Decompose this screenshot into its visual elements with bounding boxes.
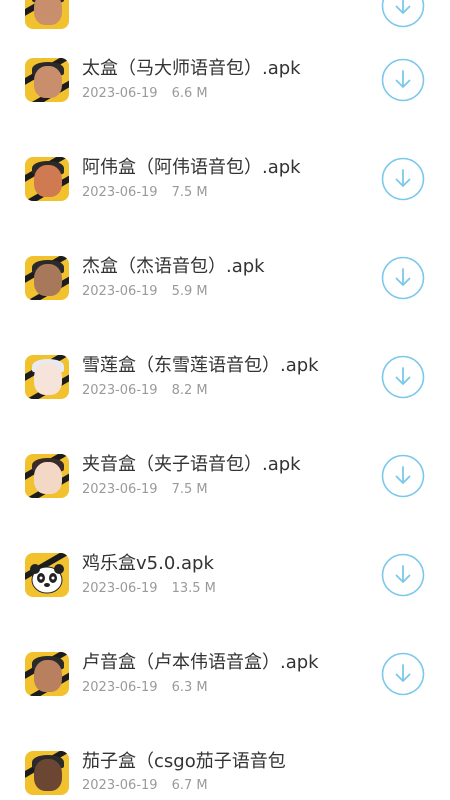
- file-size: 7.5 M: [171, 482, 208, 497]
- list-item[interactable]: 茄子盒（csgo茄子语音包 2023-06-19 6.7 M: [0, 723, 450, 800]
- file-name: 鸡乐盒v5.0.apk: [82, 553, 214, 574]
- list-item[interactable]: 阿伟盒（阿伟语音包）.apk 2023-06-19 7.5 M: [0, 129, 450, 228]
- file-date: 2023-06-19: [82, 778, 158, 793]
- list-item[interactable]: [0, 0, 450, 29]
- file-size: 6.3 M: [171, 680, 208, 695]
- list-item[interactable]: 杰盒（杰语音包）.apk 2023-06-19 5.9 M: [0, 228, 450, 327]
- file-date: 2023-06-19: [82, 86, 158, 101]
- app-icon: [25, 751, 69, 795]
- file-name: 卢音盒（卢本伟语音盒）.apk: [82, 652, 319, 673]
- file-name: 茄子盒（csgo茄子语音包: [82, 751, 286, 772]
- file-meta: 2023-06-19 5.9 M: [82, 284, 208, 300]
- download-icon[interactable]: [381, 0, 425, 28]
- file-name: 阿伟盒（阿伟语音包）.apk: [82, 157, 301, 178]
- file-size: 7.5 M: [171, 185, 208, 200]
- app-icon: [25, 157, 69, 201]
- file-name: 雪莲盒（东雪莲语音包）.apk: [82, 355, 319, 376]
- panda-avatar-icon: [30, 564, 64, 594]
- app-icon: [25, 454, 69, 498]
- file-meta: 2023-06-19 7.5 M: [82, 482, 208, 498]
- app-icon: [25, 355, 69, 399]
- file-date: 2023-06-19: [82, 383, 158, 398]
- list-item[interactable]: 鸡乐盒v5.0.apk 2023-06-19 13.5 M: [0, 525, 450, 624]
- download-icon[interactable]: [381, 454, 425, 498]
- app-icon: [25, 553, 69, 597]
- file-size: 13.5 M: [171, 581, 216, 596]
- apk-file-list: 太盒（马大师语音包）.apk 2023-06-19 6.6 M 阿伟盒（阿伟语音包…: [0, 0, 450, 800]
- app-icon: [25, 0, 69, 29]
- file-meta: 2023-06-19 13.5 M: [82, 581, 216, 597]
- file-meta: 2023-06-19 7.5 M: [82, 185, 208, 201]
- list-item[interactable]: 太盒（马大师语音包）.apk 2023-06-19 6.6 M: [0, 30, 450, 129]
- download-icon[interactable]: [381, 652, 425, 696]
- file-date: 2023-06-19: [82, 185, 158, 200]
- file-size: 6.6 M: [171, 86, 208, 101]
- file-meta: 2023-06-19 8.2 M: [82, 383, 208, 399]
- file-name: 杰盒（杰语音包）.apk: [82, 256, 265, 277]
- file-size: 8.2 M: [171, 383, 208, 398]
- list-item[interactable]: 夹音盒（夹子语音包）.apk 2023-06-19 7.5 M: [0, 426, 450, 525]
- list-item[interactable]: 雪莲盒（东雪莲语音包）.apk 2023-06-19 8.2 M: [0, 327, 450, 426]
- download-icon[interactable]: [381, 355, 425, 399]
- download-icon[interactable]: [381, 553, 425, 597]
- file-meta: 2023-06-19 6.3 M: [82, 680, 208, 696]
- app-icon: [25, 652, 69, 696]
- download-icon[interactable]: [381, 58, 425, 102]
- file-size: 6.7 M: [171, 778, 208, 793]
- file-date: 2023-06-19: [82, 284, 158, 299]
- app-icon: [25, 256, 69, 300]
- file-date: 2023-06-19: [82, 680, 158, 695]
- file-size: 5.9 M: [171, 284, 208, 299]
- download-icon[interactable]: [381, 157, 425, 201]
- file-name: 太盒（马大师语音包）.apk: [82, 58, 301, 79]
- file-date: 2023-06-19: [82, 581, 158, 596]
- file-name: 夹音盒（夹子语音包）.apk: [82, 454, 301, 475]
- download-icon[interactable]: [381, 256, 425, 300]
- file-date: 2023-06-19: [82, 482, 158, 497]
- file-meta: 2023-06-19 6.7 M: [82, 778, 208, 794]
- file-meta: 2023-06-19 6.6 M: [82, 86, 208, 102]
- list-item[interactable]: 卢音盒（卢本伟语音盒）.apk 2023-06-19 6.3 M: [0, 624, 450, 723]
- app-icon: [25, 58, 69, 102]
